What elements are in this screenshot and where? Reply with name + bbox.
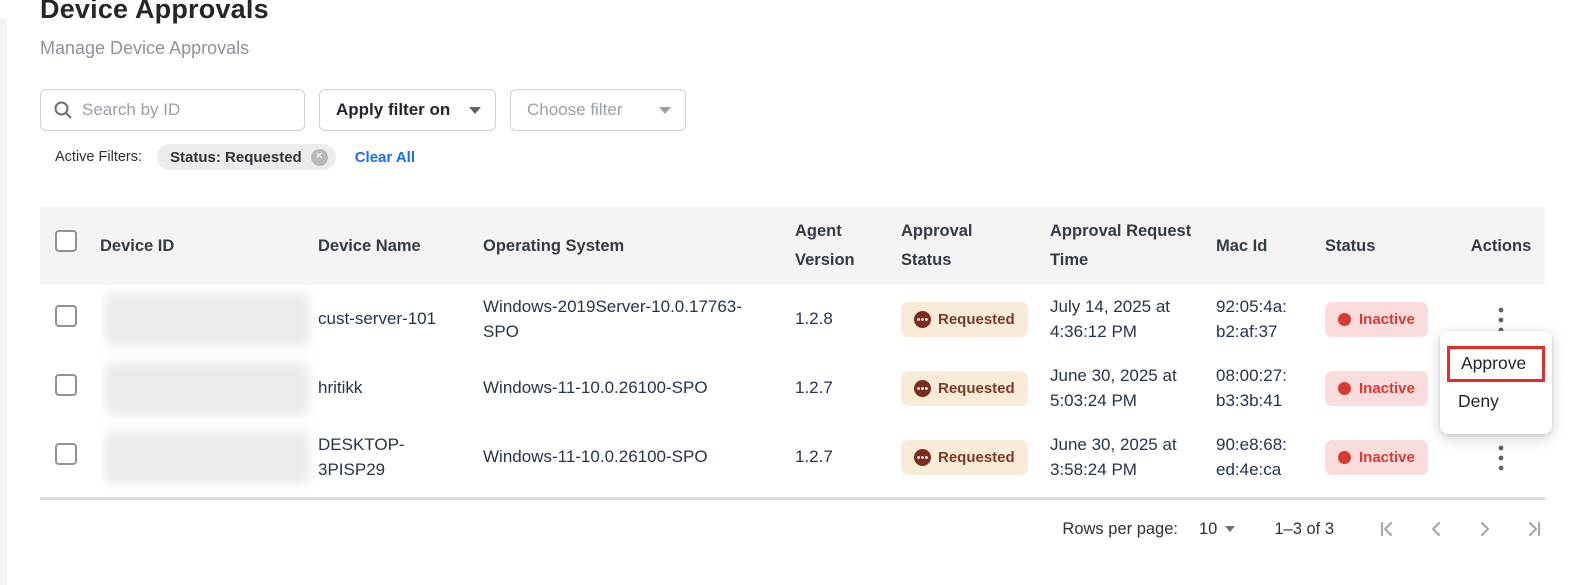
- active-filters-bar: Active Filters: Status: Requested ✕ Clea…: [55, 144, 415, 170]
- search-icon: [53, 100, 73, 120]
- status-dot-icon: [1338, 312, 1351, 326]
- approval-status-text: Requested: [938, 310, 1015, 328]
- active-filters-label: Active Filters:: [55, 149, 143, 165]
- row-checkbox[interactable]: [55, 304, 77, 327]
- mac-id-cell: 08:00:27:b3:3b:41: [1216, 366, 1287, 410]
- request-time-cell: June 30, 2025 at 3:58:24 PM: [1050, 435, 1177, 479]
- page-title: Device Approvals: [40, 0, 269, 24]
- status-badge: Inactive: [1325, 439, 1428, 476]
- column-header-device-id: Device ID: [100, 236, 175, 255]
- remove-filter-icon[interactable]: ✕: [310, 148, 328, 166]
- approval-status-text: Requested: [938, 379, 1015, 397]
- column-header-actions: Actions: [1470, 236, 1532, 255]
- search-box[interactable]: [40, 89, 305, 131]
- rows-per-page-value: 10: [1199, 519, 1218, 538]
- agent-version-cell: 1.2.7: [795, 378, 833, 398]
- column-header-agent-version: Agent Version: [795, 222, 855, 269]
- first-page-icon[interactable]: [1376, 518, 1398, 540]
- filter-chip: Status: Requested ✕: [157, 144, 336, 170]
- column-header-request-time: Approval Request Time: [1050, 222, 1192, 269]
- left-edge-strip: [0, 18, 7, 585]
- status-badge: Inactive: [1325, 301, 1428, 338]
- mac-id-cell: 92:05:4a:b2:af:37: [1216, 297, 1287, 341]
- requested-dots-icon: [914, 448, 931, 466]
- requested-dots-icon: [914, 310, 931, 328]
- chevron-down-icon: [469, 106, 481, 114]
- status-dot-icon: [1338, 450, 1351, 464]
- table-bottom-divider: [40, 497, 1545, 500]
- column-header-os: Operating System: [483, 236, 625, 255]
- redacted-device-id: [105, 362, 310, 415]
- choose-filter-dropdown[interactable]: Choose filter: [510, 89, 686, 131]
- next-page-icon[interactable]: [1474, 518, 1496, 540]
- os-cell: Windows-2019Server-10.0.17763-SPO: [483, 297, 742, 341]
- row-checkbox[interactable]: [55, 373, 77, 396]
- requested-dots-icon: [914, 379, 931, 397]
- rows-per-page-select[interactable]: 10: [1199, 519, 1236, 539]
- os-cell: Windows-11-10.0.26100-SPO: [483, 447, 708, 467]
- column-header-device-name: Device Name: [318, 236, 421, 255]
- redacted-device-id: [105, 293, 310, 346]
- mac-id-cell: 90:e8:68:ed:4e:ca: [1216, 435, 1287, 479]
- approval-status-badge: Requested: [901, 439, 1028, 476]
- devices-table: Device ID Device Name Operating System A…: [40, 207, 1545, 500]
- clear-all-link[interactable]: Clear All: [355, 149, 415, 166]
- request-time-cell: June 30, 2025 at 5:03:24 PM: [1050, 366, 1177, 410]
- apply-filter-dropdown[interactable]: Apply filter on: [319, 89, 496, 131]
- chevron-down-icon: [1225, 526, 1236, 532]
- status-badge: Inactive: [1325, 370, 1428, 407]
- column-header-mac-id: Mac Id: [1216, 236, 1268, 255]
- search-input[interactable]: [82, 100, 292, 120]
- request-time-cell: July 14, 2025 at 4:36:12 PM: [1050, 297, 1171, 341]
- table-row: DESKTOP-3PISP29 Windows-11-10.0.26100-SP…: [40, 423, 1545, 492]
- status-text: Inactive: [1359, 448, 1415, 466]
- filter-chip-label: Status: Requested: [170, 148, 302, 166]
- choose-filter-label: Choose filter: [527, 100, 623, 119]
- device-approvals-page: Device Approvals Manage Device Approvals…: [0, 0, 1594, 585]
- approval-status-text: Requested: [938, 448, 1015, 466]
- status-text: Inactive: [1359, 379, 1415, 397]
- previous-page-icon[interactable]: [1425, 518, 1447, 540]
- pagination-range: 1–3 of 3: [1274, 519, 1334, 538]
- chevron-down-icon: [659, 106, 671, 114]
- table-row: cust-server-101 Windows-2019Server-10.0.…: [40, 285, 1545, 354]
- status-text: Inactive: [1359, 310, 1415, 328]
- row-checkbox[interactable]: [55, 442, 77, 465]
- toolbar: Apply filter on Choose filter: [40, 89, 686, 131]
- device-name-cell: hritikk: [318, 378, 363, 398]
- pagination-bar: Rows per page: 10 1–3 of 3: [1062, 518, 1545, 540]
- table-row: hritikk Windows-11-10.0.26100-SPO 1.2.7 …: [40, 354, 1545, 423]
- page-subtitle: Manage Device Approvals: [40, 38, 250, 58]
- menu-item-deny[interactable]: Deny: [1440, 382, 1552, 412]
- device-name-cell: DESKTOP-3PISP29: [318, 435, 405, 479]
- redacted-device-id: [105, 431, 310, 484]
- menu-item-approve[interactable]: Approve: [1447, 346, 1545, 382]
- os-cell: Windows-11-10.0.26100-SPO: [483, 378, 708, 398]
- agent-version-cell: 1.2.8: [795, 309, 833, 329]
- status-dot-icon: [1338, 381, 1351, 395]
- row-actions-button[interactable]: [1487, 306, 1515, 334]
- row-actions-button[interactable]: [1487, 444, 1515, 472]
- approval-status-badge: Requested: [901, 301, 1028, 338]
- column-header-approval-status: Approval Status: [901, 222, 973, 269]
- actions-context-menu: Approve Deny: [1440, 331, 1552, 434]
- select-all-checkbox[interactable]: [55, 230, 77, 253]
- agent-version-cell: 1.2.7: [795, 447, 833, 467]
- last-page-icon[interactable]: [1523, 518, 1545, 540]
- apply-filter-label: Apply filter on: [336, 100, 451, 119]
- table-header-row: Device ID Device Name Operating System A…: [40, 207, 1545, 285]
- approval-status-badge: Requested: [901, 370, 1028, 407]
- rows-per-page-label: Rows per page:: [1062, 519, 1178, 538]
- device-name-cell: cust-server-101: [318, 309, 437, 329]
- column-header-status: Status: [1325, 236, 1376, 255]
